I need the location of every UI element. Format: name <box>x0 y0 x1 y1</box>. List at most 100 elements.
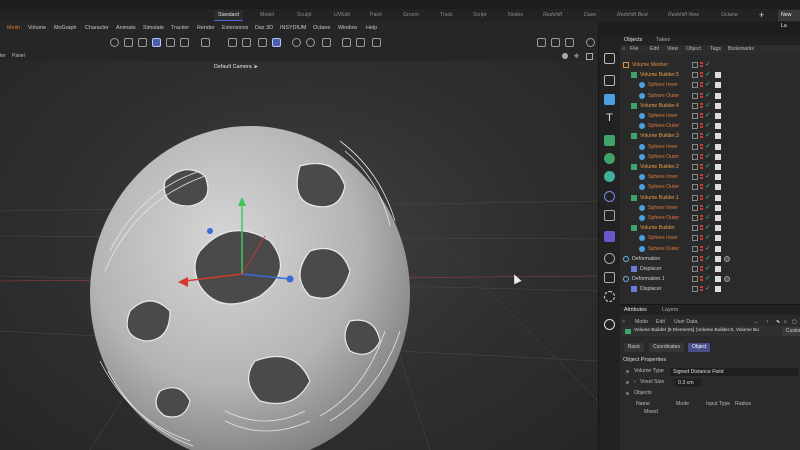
layer-box-icon[interactable] <box>692 143 698 150</box>
attr-menu-edit[interactable]: Edit <box>656 319 665 325</box>
tag-icon[interactable] <box>715 153 721 160</box>
material-tag-icon[interactable] <box>724 276 730 283</box>
camera-icon[interactable] <box>604 272 615 283</box>
expand-arrow-icon[interactable]: › <box>634 379 636 385</box>
scale-icon[interactable] <box>152 38 161 47</box>
tag-icon[interactable] <box>715 133 721 140</box>
axis-icon[interactable] <box>201 38 210 47</box>
visibility-dots-icon[interactable] <box>700 62 703 68</box>
keyframe-dot-icon[interactable] <box>626 370 629 373</box>
enabled-check-icon[interactable]: ✓ <box>705 121 711 131</box>
volume-type-select[interactable]: Signed Distance Field <box>670 368 798 376</box>
visibility-dots-icon[interactable] <box>700 92 703 99</box>
layer-box-icon[interactable] <box>692 92 698 99</box>
tab-layers[interactable]: Layers <box>662 307 678 313</box>
visibility-dots-icon[interactable] <box>700 266 703 272</box>
om-menu-bookmarks[interactable]: Bookmarks <box>728 46 754 52</box>
om-menu-file[interactable]: File <box>630 46 638 52</box>
lock-icon[interactable]: ▢ <box>792 319 797 325</box>
object-row[interactable]: Volume Builder.2 ✓ <box>620 162 800 172</box>
attr-menu-mode[interactable]: Mode <box>635 319 648 325</box>
edges-mode-icon[interactable] <box>306 38 315 47</box>
visibility-dots-icon[interactable] <box>700 143 703 150</box>
enabled-check-icon[interactable]: ✓ <box>705 203 711 213</box>
object-row[interactable]: Sphere Outer ✓ <box>620 121 800 131</box>
layout-tab-dave[interactable]: Dave <box>584 12 596 18</box>
viewport[interactable] <box>0 61 598 450</box>
tag-icon[interactable] <box>715 164 721 170</box>
enabled-check-icon[interactable]: ✓ <box>705 162 711 172</box>
tag-icon[interactable] <box>715 276 721 283</box>
enabled-check-icon[interactable]: ✓ <box>705 172 711 182</box>
visibility-dots-icon[interactable] <box>700 113 703 119</box>
workplane-icon[interactable] <box>180 38 189 47</box>
tag-icon[interactable] <box>715 235 721 242</box>
column-mode[interactable]: Mode <box>676 401 689 407</box>
enabled-check-icon[interactable]: ✓ <box>705 70 711 80</box>
tag-icon[interactable] <box>715 143 721 150</box>
tag-icon[interactable] <box>715 245 721 252</box>
column-radius[interactable]: Radius <box>735 401 751 407</box>
visibility-dots-icon[interactable] <box>700 174 703 180</box>
object-row[interactable]: Volume Builder.1 ✓ <box>620 193 800 203</box>
enabled-check-icon[interactable]: ✓ <box>705 131 711 141</box>
visibility-dots-icon[interactable] <box>700 286 703 292</box>
layer-box-icon[interactable] <box>692 174 698 181</box>
visibility-dots-icon[interactable] <box>700 123 703 129</box>
grid-snap-icon[interactable] <box>272 38 281 47</box>
object-row[interactable]: Sphere Outer ✓ <box>620 152 800 162</box>
camera-label[interactable]: Default Camera ⁝▸ <box>214 64 258 70</box>
layer-box-icon[interactable] <box>692 153 698 160</box>
tag-icon[interactable] <box>715 174 721 181</box>
object-name[interactable]: Sphere Inner <box>648 80 678 90</box>
menu-animate[interactable]: Animate <box>116 25 136 31</box>
voxel-size-field[interactable]: 0.3 cm <box>675 379 701 387</box>
layer-box-icon[interactable] <box>692 225 698 232</box>
viewport-filter-menu[interactable]: ter <box>0 53 6 59</box>
column-input-type[interactable]: Input Type <box>706 401 730 407</box>
layout-tab-standard[interactable]: Standard <box>214 10 244 21</box>
object-row[interactable]: Sphere Inner ✓ <box>620 203 800 213</box>
visibility-dots-icon[interactable] <box>700 164 703 170</box>
plane-icon[interactable] <box>604 75 615 86</box>
tag-icon[interactable] <box>715 92 721 99</box>
material-tag-icon[interactable] <box>724 255 730 262</box>
layout-tab-uvedit[interactable]: UVEdit <box>334 12 350 18</box>
polygons-mode-icon[interactable] <box>322 38 331 47</box>
tag-icon[interactable] <box>715 266 721 272</box>
object-name[interactable]: Sphere Outer <box>648 152 679 162</box>
attr-menu-user-data[interactable]: User Data <box>674 319 697 325</box>
enabled-check-icon[interactable]: ✓ <box>705 142 711 152</box>
visibility-dots-icon[interactable] <box>700 184 703 190</box>
menu-icon[interactable]: ≡ <box>622 46 625 52</box>
layer-box-icon[interactable] <box>692 194 698 201</box>
menu-insydium[interactable]: INSYDIUM <box>280 25 306 31</box>
keyframe-dot-icon[interactable] <box>626 381 629 384</box>
object-row[interactable]: Volume Builder.4 ✓ <box>620 101 800 111</box>
object-row[interactable]: Displacer ✓ <box>620 264 800 274</box>
object-name[interactable]: Sphere Inner <box>648 142 678 152</box>
menu-extensions[interactable]: Extensions <box>222 25 248 31</box>
visibility-dots-icon[interactable] <box>700 215 703 221</box>
menu-daz3d[interactable]: Daz 3D <box>255 25 273 31</box>
magnet-icon[interactable] <box>242 38 251 47</box>
back-arrow-icon[interactable]: ← <box>754 319 759 325</box>
om-menu-view[interactable]: View <box>667 46 678 52</box>
layer-box-icon[interactable] <box>692 286 698 293</box>
layout-tab-paint[interactable]: Paint <box>370 12 382 18</box>
enabled-check-icon[interactable]: ✓ <box>705 91 711 101</box>
object-name[interactable]: Volume Builder.5 <box>640 70 679 80</box>
object-name[interactable]: Volume Builder.3 <box>640 131 679 141</box>
layout-tab-sculpt[interactable]: Sculpt <box>297 12 311 18</box>
model-mode-icon[interactable] <box>342 38 351 47</box>
sculpt-icon[interactable] <box>604 319 615 330</box>
text-tool-icon[interactable]: T <box>604 113 615 124</box>
object-name[interactable]: Deformation.1 <box>632 274 665 284</box>
layer-box-icon[interactable] <box>692 204 698 211</box>
environment-icon[interactable] <box>604 253 615 264</box>
object-row[interactable]: Deformation.1 ✓ <box>620 274 800 284</box>
visibility-dots-icon[interactable] <box>700 255 703 262</box>
enabled-check-icon[interactable]: ✓ <box>705 274 711 284</box>
menu-volume[interactable]: Volume <box>28 25 46 31</box>
tag-icon[interactable] <box>715 123 721 130</box>
